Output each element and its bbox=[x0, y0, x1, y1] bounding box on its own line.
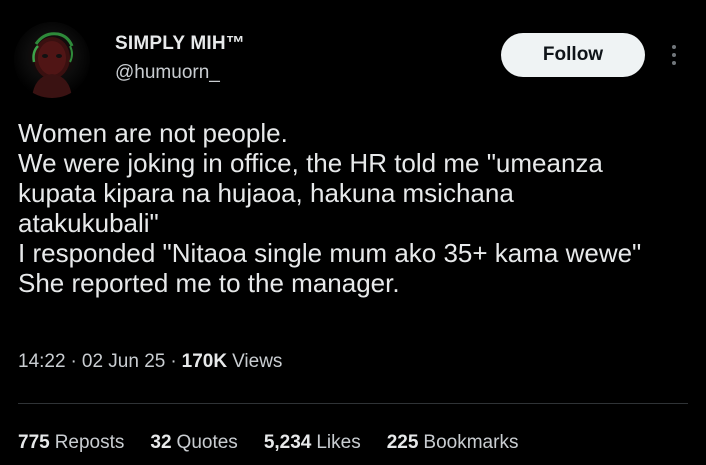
bookmarks-stat[interactable]: 225 Bookmarks bbox=[387, 432, 519, 454]
quotes-count: 32 bbox=[150, 432, 172, 453]
more-vertical-icon[interactable] bbox=[664, 38, 684, 72]
views-label: Views bbox=[232, 351, 283, 372]
tweet-meta: 14:22 · 02 Jun 25 · 170K Views bbox=[18, 351, 282, 373]
likes-label: Likes bbox=[316, 432, 361, 453]
bookmarks-label: Bookmarks bbox=[423, 432, 519, 453]
tweet-date[interactable]: 02 Jun 25 bbox=[82, 351, 165, 373]
meta-separator: · bbox=[170, 351, 177, 372]
meta-separator: · bbox=[70, 351, 77, 372]
reposts-stat[interactable]: 775 Reposts bbox=[18, 432, 124, 454]
likes-count: 5,234 bbox=[263, 432, 312, 453]
tweet-text-line: atakukubali" bbox=[18, 208, 159, 238]
engagement-stats: 775 Reposts 32 Quotes 5,234 Likes 225 Bookma… bbox=[18, 432, 544, 454]
tweet-text-line: Women are not people. bbox=[18, 118, 288, 148]
tweet-text-line: kupata kipara na hujaoa, hakuna msichana bbox=[18, 178, 514, 208]
tweet-text: Women are not people. We were joking in … bbox=[18, 118, 698, 298]
tweet-text-line: She reported me to the manager. bbox=[18, 268, 400, 298]
more-dot bbox=[672, 53, 676, 57]
quotes-stat[interactable]: 32 Quotes bbox=[150, 432, 237, 454]
tweet-card: SIMPLY MIH™ @humuorn_ Follow Women are n… bbox=[0, 0, 706, 465]
author-handle[interactable]: @humuorn_ bbox=[115, 62, 220, 84]
divider bbox=[18, 403, 688, 404]
avatar[interactable] bbox=[14, 22, 90, 98]
tweet-text-line: I responded "Nitaoa single mum ako 35+ k… bbox=[18, 238, 642, 268]
more-dot bbox=[672, 45, 676, 49]
bookmarks-count: 225 bbox=[386, 432, 419, 453]
quotes-label: Quotes bbox=[176, 432, 238, 453]
author-display-name[interactable]: SIMPLY MIH™ bbox=[115, 33, 245, 55]
likes-stat[interactable]: 5,234 Likes bbox=[264, 432, 361, 454]
tweet-time[interactable]: 14:22 bbox=[18, 351, 66, 373]
reposts-count: 775 bbox=[18, 432, 50, 453]
tweet-text-line: We were joking in office, the HR told me… bbox=[18, 148, 603, 178]
follow-button[interactable]: Follow bbox=[501, 33, 645, 77]
profile-avatar-icon bbox=[14, 22, 90, 98]
views-count[interactable]: 170K bbox=[182, 351, 227, 373]
more-dot bbox=[672, 61, 676, 65]
reposts-label: Reposts bbox=[54, 432, 125, 453]
